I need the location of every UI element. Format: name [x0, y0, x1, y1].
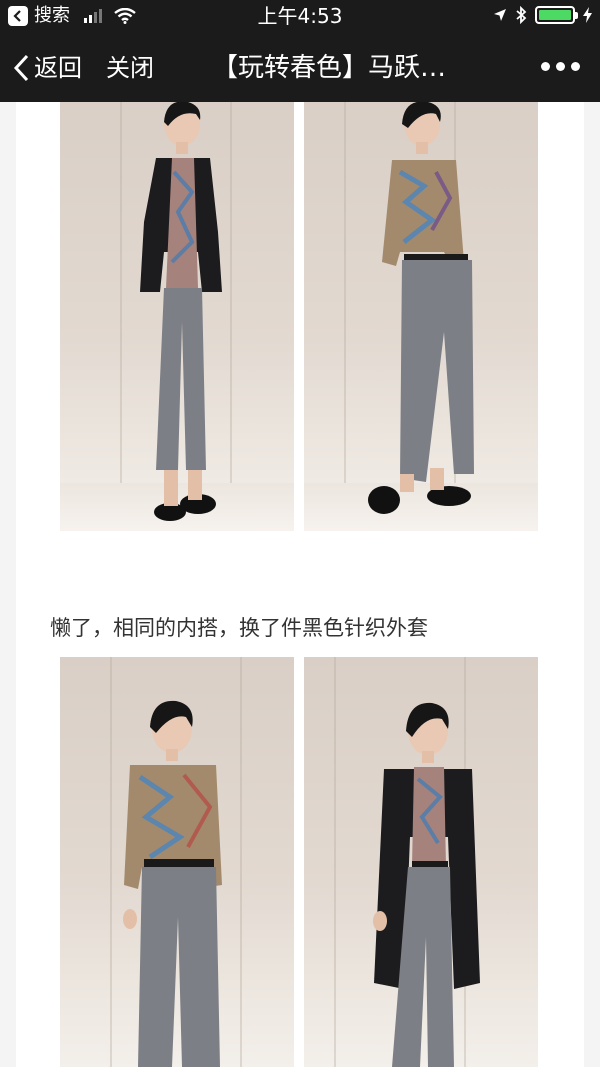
bluetooth-icon	[516, 6, 527, 24]
charging-icon	[583, 7, 592, 23]
more-dot-icon	[556, 62, 565, 71]
battery-icon	[535, 6, 578, 24]
status-bar: 搜索 上午4:53	[0, 0, 600, 34]
back-button[interactable]: 返回	[12, 52, 82, 84]
model-figure	[368, 102, 474, 514]
article-caption: 懒了，相同的内搭，换了件黑色针织外套	[50, 616, 428, 640]
chevron-left-icon	[13, 54, 29, 82]
outfit-photo-black-cardigan[interactable]	[304, 657, 538, 1067]
location-arrow-icon	[494, 9, 506, 21]
outfit-photo-blouse-side[interactable]	[304, 102, 538, 531]
back-button-label: 返回	[34, 54, 82, 82]
outfit-photo-leather-jacket-front[interactable]	[60, 102, 294, 531]
webview-content[interactable]: 懒了，相同的内搭，换了件黑色针织外套	[0, 102, 600, 1067]
close-button[interactable]: 关闭	[106, 52, 154, 84]
outfit-photo-blouse-front[interactable]	[60, 657, 294, 1067]
model-figure	[140, 102, 222, 521]
nav-bar: 返回 关闭 【玩转春色】马跃…	[0, 34, 600, 102]
article-body: 懒了，相同的内搭，换了件黑色针织外套	[16, 102, 584, 1067]
page-title: 【玩转春色】马跃…	[212, 53, 447, 83]
more-options-button[interactable]	[541, 62, 580, 71]
model-figure	[373, 702, 480, 1067]
more-dot-icon	[571, 62, 580, 71]
more-dot-icon	[541, 62, 550, 71]
model-figure	[123, 700, 222, 1067]
